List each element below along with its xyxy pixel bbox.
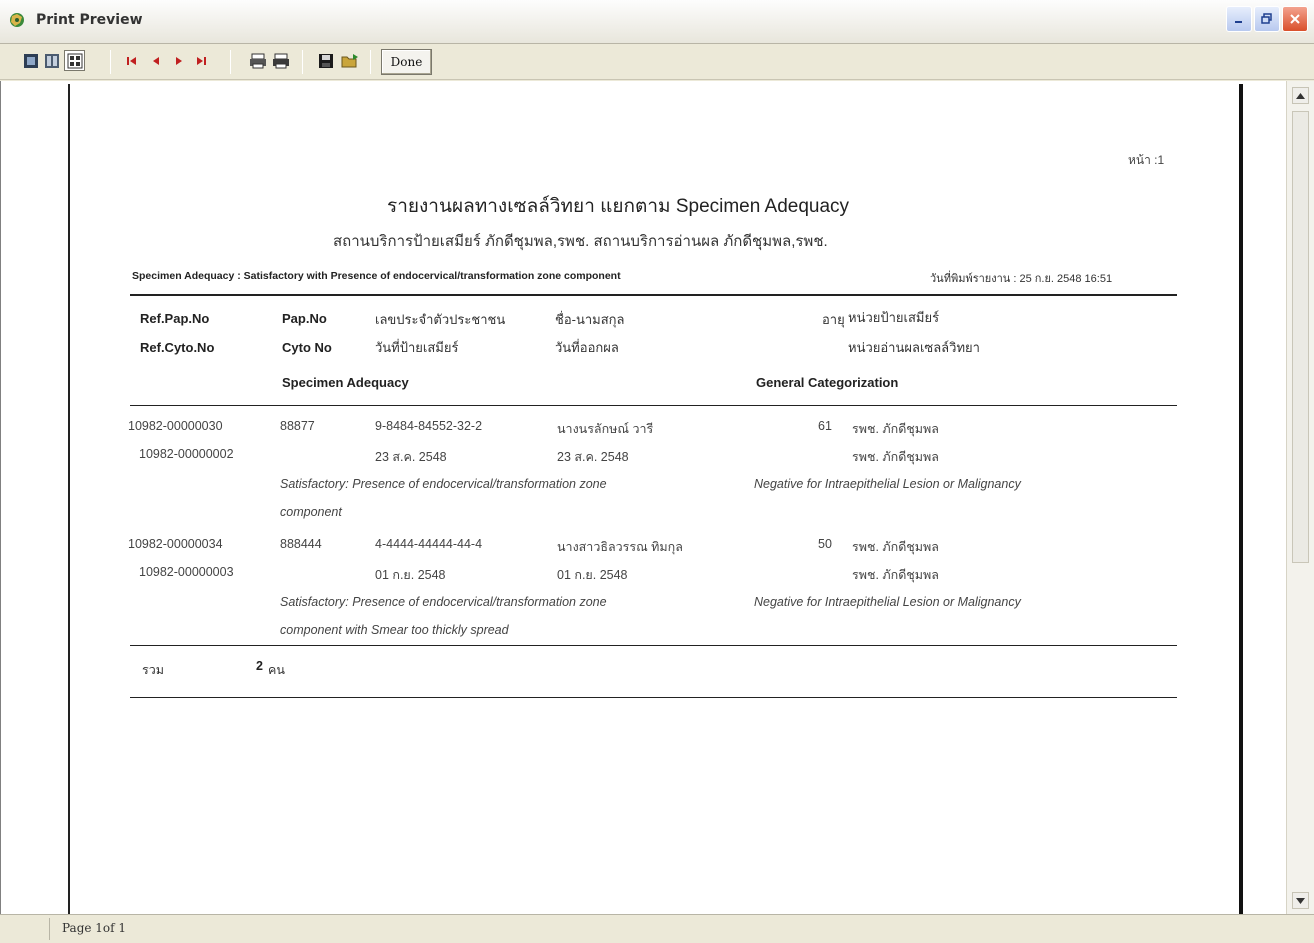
first-page-icon[interactable] [123,52,141,70]
total-count: 2 [256,659,263,673]
cell-id-no: 9-8484-84552-32-2 [375,419,483,433]
filter-label: Specimen Adequacy : Satisfactory with Pr… [132,270,621,282]
cell-smear-unit: รพช. ภักดีชุมพล [852,540,939,554]
cell-smear-unit: รพช. ภักดีชุมพล [852,422,939,436]
print-setup-icon[interactable] [249,52,267,70]
close-button[interactable] [1282,6,1308,32]
last-page-icon[interactable] [192,52,210,70]
open-icon[interactable] [341,52,359,70]
toolbar-separator [302,50,303,74]
header-general: General Categorization [756,375,899,390]
header-ref-cyto: Ref.Cyto.No [140,340,215,355]
cell-name: นางสาวธิลวรรณ ทิมกุล [557,540,683,554]
total-unit: คน [268,663,285,677]
toolbar: Done [0,44,1314,80]
next-page-icon[interactable] [170,52,188,70]
page-status: Page 1of 1 [62,921,127,935]
vertical-scrollbar[interactable] [1286,81,1314,914]
print-date: วันที่พิมพ์รายงาน : 25 ก.ย. 2548 16:51 [930,273,1113,285]
header-result-date: วันที่ออกผล [555,340,619,355]
cell-specimen-cont: component with Smear too thickly spread [280,623,509,637]
scroll-down-button[interactable] [1292,892,1309,909]
arrow-down-icon [1296,897,1305,904]
multi-page-icon[interactable] [64,50,85,71]
divider [130,294,1177,296]
cell-id-no: 4-4444-44444-44-4 [375,537,483,551]
status-bar: Page 1of 1 [0,914,1314,943]
cell-read-unit: รพช. ภักดีชุมพล [852,450,939,464]
toolbar-separator [370,50,371,74]
report-title: รายงานผลทางเซลล์วิทยา แยกตาม Specimen Ad… [387,196,850,217]
scroll-thumb[interactable] [1292,111,1309,563]
header-smear-date: วันที่ป้ายเสมียร์ [375,340,459,355]
app-icon [8,11,26,29]
cell-specimen-cont: component [280,505,342,519]
divider [130,405,1177,406]
minimize-button[interactable] [1226,6,1252,32]
cell-age: 50 [818,537,832,551]
header-cyto-no: Cyto No [282,340,332,355]
maximize-button[interactable] [1254,6,1280,32]
prev-page-icon[interactable] [147,52,165,70]
header-age: อายุ [822,312,845,327]
divider [130,645,1177,646]
cell-read-unit: รพช. ภักดีชุมพล [852,568,939,582]
cell-pap-no: 888444 [280,537,322,551]
print-icon[interactable] [272,52,290,70]
cell-general: Negative for Intraepithelial Lesion or M… [754,595,1021,609]
header-name: ชื่อ-นามสกุล [555,312,625,327]
two-page-icon[interactable] [43,52,61,70]
save-icon[interactable] [317,52,335,70]
toolbar-separator [110,50,111,74]
close-icon [1290,14,1300,24]
header-smear-unit: หน่วยป้ายเสมียร์ [848,310,940,325]
minimize-icon [1235,21,1242,23]
cell-ref-pap: 10982-00000030 [128,419,223,433]
cell-ref-pap: 10982-00000034 [128,537,223,551]
cell-pap-no: 88877 [280,419,315,433]
single-page-icon[interactable] [22,52,40,70]
scroll-up-button[interactable] [1292,87,1309,104]
done-button[interactable]: Done [381,49,432,75]
cell-specimen: Satisfactory: Presence of endocervical/t… [280,477,607,491]
header-pap-no: Pap.No [282,311,327,326]
cell-name: นางนรลักษณ์ วารี [557,422,654,436]
cell-result-date: 01 ก.ย. 2548 [557,568,628,582]
cell-result-date: 23 ส.ค. 2548 [557,450,629,464]
cell-smear-date: 01 ก.ย. 2548 [375,568,446,582]
header-read-unit: หน่วยอ่านผลเซลล์วิทยา [848,340,980,355]
title-bar: Print Preview [0,0,1314,44]
header-specimen: Specimen Adequacy [282,375,409,390]
cell-smear-date: 23 ส.ค. 2548 [375,450,447,464]
cell-specimen: Satisfactory: Presence of endocervical/t… [280,595,607,609]
divider [130,697,1177,698]
report-subtitle: สถานบริการป้ายเสมียร์ ภักดีชุมพล,รพช. สถ… [333,233,828,250]
arrow-up-icon [1296,92,1305,99]
window-title: Print Preview [36,12,143,28]
header-ref-pap: Ref.Pap.No [140,311,210,326]
cell-ref-cyto: 10982-00000003 [139,565,234,579]
total-label: รวม [142,663,164,677]
cell-general: Negative for Intraepithelial Lesion or M… [754,477,1021,491]
page-edge [68,84,70,914]
page-edge [1239,84,1243,914]
header-id-no: เลขประจำตัวประชาชน [375,312,506,327]
status-cell [0,918,50,940]
restore-icon [1261,13,1272,24]
page-number-label: หน้า :1 [1128,153,1165,167]
cell-ref-cyto: 10982-00000002 [139,447,234,461]
cell-age: 61 [818,419,832,433]
toolbar-separator [230,50,231,74]
